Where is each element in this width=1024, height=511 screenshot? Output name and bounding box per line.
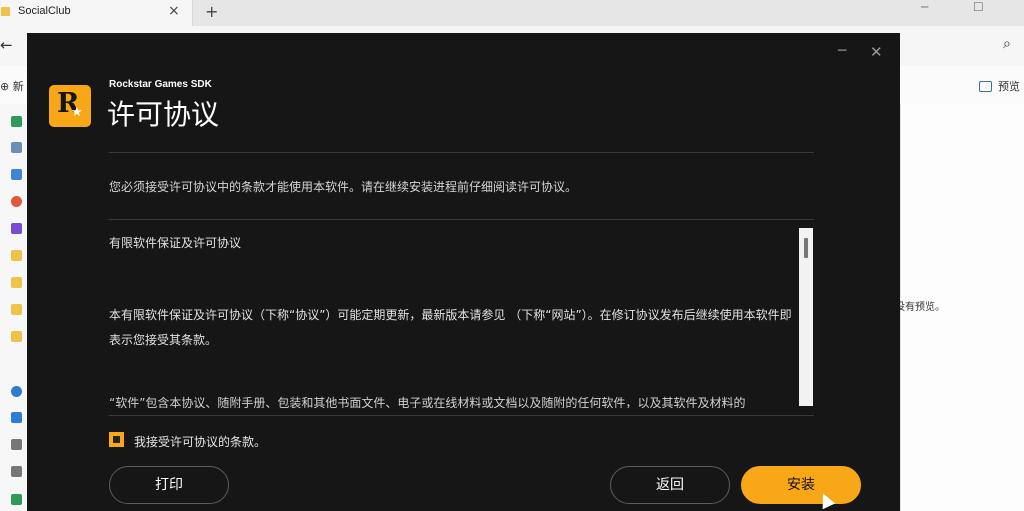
this-pc-icon[interactable]	[11, 412, 22, 423]
pictures-icon[interactable]	[11, 169, 22, 180]
tab-socialclub[interactable]: SocialClub ×	[0, 0, 193, 26]
folder-icon	[1, 7, 10, 16]
accept-checkbox[interactable]	[109, 432, 124, 447]
folder-icon[interactable]	[11, 331, 22, 342]
drive-icon[interactable]	[11, 466, 22, 477]
search-icon[interactable]: ⌕	[1003, 36, 1011, 52]
intro-text: 您必须接受许可协议中的条款才能使用本软件。请在继续安装进程前仔细阅读许可协议。	[109, 180, 578, 194]
divider	[109, 415, 814, 416]
scrollbar-thumb[interactable]	[804, 238, 808, 258]
dialog-close-button[interactable]: ✕	[870, 43, 883, 61]
install-button[interactable]: 安装	[741, 466, 861, 504]
accept-label[interactable]: 我接受许可协议的条款。	[134, 433, 266, 450]
tab-title: SocialClub	[18, 5, 71, 17]
checkbox-mark	[113, 436, 120, 443]
no-preview-text: 没有预览。	[895, 302, 945, 313]
rockstar-logo: R ★	[49, 85, 91, 127]
folder-icon[interactable]	[11, 277, 22, 288]
dialog-minimize-button[interactable]: ─	[838, 43, 846, 59]
back-arrow-icon[interactable]: ←	[0, 36, 13, 54]
music-icon[interactable]	[11, 196, 22, 207]
folder-icon[interactable]	[11, 304, 22, 315]
license-paragraph: 本有限软件保证及许可协议（下称“协议”）可能定期更新，最新版本请参见 （下称“网…	[109, 308, 792, 347]
star-icon: ★	[71, 105, 83, 120]
license-scrollbar[interactable]	[799, 228, 813, 406]
window-maximize-button[interactable]: ☐	[973, 0, 984, 14]
onedrive-icon[interactable]	[11, 386, 22, 397]
preview-pane-icon[interactable]	[979, 81, 992, 92]
print-button[interactable]: 打印	[109, 466, 229, 504]
license-heading: 有限软件保证及许可协议	[109, 236, 242, 250]
license-cut-line: “软件”包含本协议、随附手册、包装和其他书面文件、电子或在线材料或文档以及随附的…	[109, 396, 746, 408]
browser-tab-bar: SocialClub × + ─ ☐	[0, 0, 1024, 26]
network-icon[interactable]	[11, 494, 22, 505]
license-dialog: ─ ✕ R ★ Rockstar Games SDK 许可协议 您必须接受许可协…	[27, 33, 900, 511]
sdk-name: Rockstar Games SDK	[109, 79, 212, 90]
navigation-pane	[0, 104, 27, 511]
new-button[interactable]: ⊕ 新	[0, 78, 24, 94]
license-text-area[interactable]: 有限软件保证及许可协议 本有限软件保证及许可协议（下称“协议”）可能定期更新，最…	[109, 228, 809, 408]
folder-icon[interactable]	[11, 250, 22, 261]
new-tab-button[interactable]: +	[205, 2, 218, 21]
divider	[109, 152, 814, 153]
divider	[109, 219, 814, 220]
downloads-icon[interactable]	[11, 116, 22, 127]
page-title: 许可协议	[107, 98, 220, 131]
tab-close-icon[interactable]: ×	[168, 3, 180, 19]
preview-button-label[interactable]: 预览	[998, 78, 1020, 94]
drive-icon[interactable]	[11, 439, 22, 450]
videos-icon[interactable]	[11, 223, 22, 234]
window-minimize-button[interactable]: ─	[921, 0, 928, 14]
documents-icon[interactable]	[11, 142, 22, 153]
back-button[interactable]: 返回	[610, 466, 730, 504]
